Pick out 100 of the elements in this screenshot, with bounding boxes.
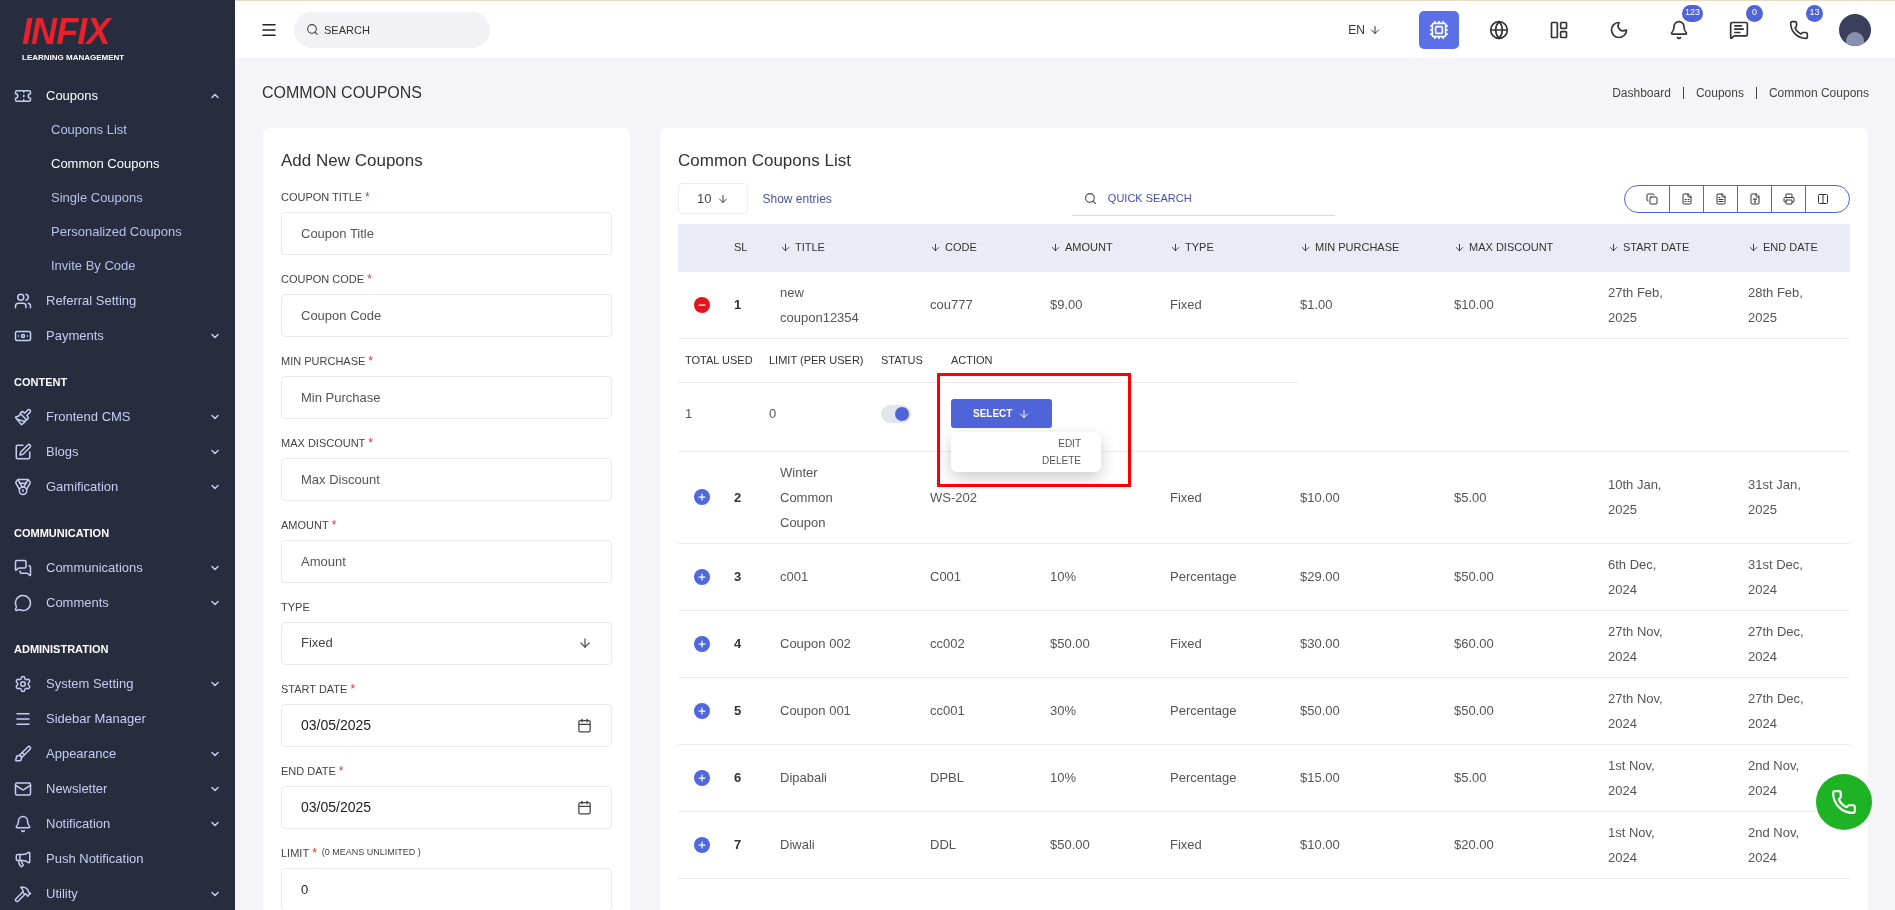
table-cell-text: $50.00 — [1050, 836, 1090, 854]
copy-icon — [1646, 192, 1658, 205]
menu-item[interactable]: EDIT — [1058, 436, 1081, 451]
sort-icon[interactable] — [1608, 242, 1619, 253]
message-icon — [1729, 19, 1749, 40]
breadcrumb-link[interactable]: Dashboard — [1612, 84, 1671, 102]
sidebar-item[interactable]: Payments — [46, 325, 104, 346]
columns-icon — [1816, 192, 1829, 205]
text-field[interactable]: Min Purchase — [281, 375, 612, 419]
text-field[interactable]: Max Discount — [281, 457, 612, 501]
expand-button[interactable] — [694, 702, 710, 719]
table-cell-text: $10.00 — [1454, 296, 1494, 314]
sidebar-section-label: ADMINISTRATION — [14, 643, 109, 655]
sort-icon[interactable] — [1748, 242, 1759, 253]
table-cell-text: 27th Nov, 2024 — [1608, 689, 1664, 733]
bell-icon — [1669, 19, 1689, 40]
text-field[interactable]: Coupon Title — [281, 211, 612, 255]
sidebar-subitem[interactable]: Invite By Code — [51, 256, 136, 276]
search-icon — [306, 22, 319, 36]
column-header[interactable]: MIN PURCHASE — [1315, 239, 1400, 256]
date-field[interactable]: 03/05/2025 — [281, 785, 612, 829]
expand-button[interactable] — [694, 769, 710, 786]
arrow-down-icon — [1369, 23, 1381, 36]
column-header[interactable]: AMOUNT — [1065, 239, 1113, 256]
sort-icon[interactable] — [780, 242, 791, 253]
sidebar-item[interactable]: Appearance — [46, 743, 117, 764]
expand-button[interactable] — [694, 635, 710, 652]
table-cell-text: Diwali — [780, 836, 815, 854]
file-icon — [1748, 192, 1761, 205]
sidebar-subitem[interactable]: Personalized Coupons — [51, 222, 182, 242]
sidebar-item[interactable]: Gamification — [46, 476, 119, 497]
menu-item[interactable]: DELETE — [1042, 453, 1081, 468]
column-header[interactable]: END DATE — [1763, 239, 1818, 256]
sidebar-item[interactable]: Push Notification — [46, 848, 144, 869]
table-cell-text: 6th Dec, 2024 — [1608, 555, 1658, 599]
column-header[interactable]: TYPE — [1185, 239, 1214, 256]
sort-icon[interactable] — [930, 242, 941, 253]
avatar[interactable] — [1839, 13, 1871, 46]
collapse-button[interactable] — [694, 296, 710, 313]
users-icon — [14, 291, 32, 310]
column-header[interactable]: MAX DISCOUNT — [1469, 239, 1554, 256]
text-field[interactable]: Amount — [281, 539, 612, 583]
plus-icon — [697, 705, 707, 716]
select-button[interactable]: SELECT — [951, 399, 1053, 428]
sidebar-item[interactable]: System Setting — [46, 673, 134, 694]
field-label: START DATE — [281, 681, 348, 697]
column-header[interactable]: SL — [734, 239, 748, 256]
chip-button[interactable] — [1419, 10, 1459, 49]
table-cell-text: 27th Feb, 2025 — [1608, 283, 1664, 327]
text-field[interactable]: Coupon Code — [281, 293, 612, 337]
moon-icon — [1609, 19, 1629, 40]
column-header[interactable]: START DATE — [1623, 239, 1690, 256]
sidebar-item[interactable]: Communications — [46, 557, 143, 578]
expand-button[interactable] — [694, 568, 710, 585]
page-size-select[interactable]: 10 — [678, 183, 749, 214]
sidebar-item[interactable]: Utility — [46, 883, 78, 904]
expand-button[interactable] — [694, 836, 710, 853]
status-toggle[interactable] — [881, 404, 911, 423]
sort-icon[interactable] — [1050, 242, 1061, 253]
search-field[interactable]: SEARCH — [294, 11, 490, 48]
table-cell-text: $1.00 — [1300, 296, 1333, 314]
sort-icon[interactable] — [1454, 242, 1465, 253]
breadcrumb-link[interactable]: Common Coupons — [1768, 84, 1869, 102]
sidebar-subitem[interactable]: Common Coupons — [51, 154, 160, 174]
sidebar-item[interactable]: Frontend CMS — [46, 406, 131, 427]
sidebar-subitem[interactable]: Coupons List — [51, 120, 127, 140]
table-cell-text: 31st Dec, 2024 — [1748, 555, 1804, 599]
spreadsheet-icon — [1680, 192, 1693, 205]
select-field[interactable]: Fixed — [281, 621, 612, 665]
sort-icon[interactable] — [1170, 242, 1181, 253]
language-select[interactable]: EN — [1348, 19, 1381, 40]
table-cell: 1 — [685, 405, 693, 421]
table-cell-text: Dipabali — [780, 769, 827, 787]
table-cell-text: Fixed — [1170, 488, 1202, 507]
sidebar-item[interactable]: Newsletter — [46, 778, 108, 799]
calendar-icon — [577, 799, 592, 815]
required-mark: * — [331, 517, 337, 534]
sidebar-item[interactable]: Sidebar Manager — [46, 708, 146, 729]
sidebar-item[interactable]: Coupons — [46, 85, 99, 106]
sort-icon[interactable] — [1300, 242, 1311, 253]
column-header[interactable]: CODE — [945, 239, 977, 256]
sidebar-item[interactable]: Referral Setting — [46, 290, 137, 311]
sidebar-item[interactable]: Notification — [46, 813, 111, 834]
quick-search-field[interactable]: QUICK SEARCH — [1071, 181, 1335, 216]
column-header[interactable]: TITLE — [795, 239, 825, 256]
field-note: (0 MEANS UNLIMITED ) — [321, 846, 421, 860]
table-cell-text: Winter Common Coupon — [780, 463, 834, 532]
text-field[interactable]: 0 — [281, 867, 612, 910]
field-label: COUPON TITLE — [281, 189, 363, 205]
table-cell-text: 28th Feb, 2025 — [1748, 283, 1804, 327]
breadcrumb-link[interactable]: Coupons — [1695, 84, 1744, 102]
date-field[interactable]: 03/05/2025 — [281, 703, 612, 747]
gear-icon — [14, 674, 32, 693]
table-cell-text: 10% — [1050, 568, 1077, 586]
sidebar-item[interactable]: Blogs — [46, 441, 79, 462]
expand-button[interactable] — [694, 489, 710, 505]
table-cell-text: 1st Nov, 2024 — [1608, 756, 1656, 800]
sidebar-item[interactable]: Comments — [46, 592, 109, 613]
document-icon — [1714, 192, 1727, 205]
sidebar-subitem[interactable]: Single Coupons — [51, 188, 143, 208]
